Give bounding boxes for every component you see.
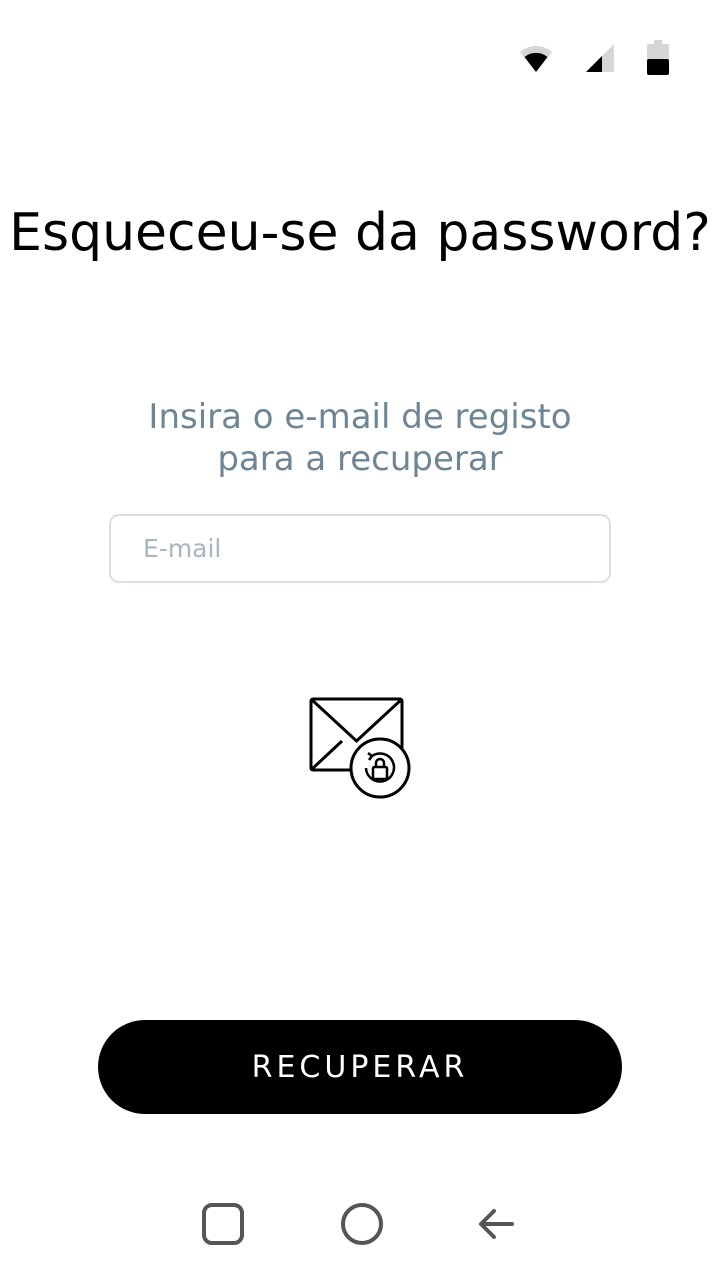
- envelope-lock-reset-icon: [306, 695, 414, 801]
- back-icon: [476, 1206, 516, 1246]
- home-button[interactable]: [332, 1196, 392, 1256]
- navigation-bar: [0, 1196, 720, 1256]
- status-bar: [518, 40, 670, 76]
- recents-icon: [201, 1202, 245, 1250]
- battery-icon: [646, 40, 670, 76]
- instructions-text: Insira o e-mail de registo para a recupe…: [60, 396, 660, 480]
- recover-button[interactable]: RECUPERAR: [98, 1020, 622, 1114]
- recents-button[interactable]: [193, 1196, 253, 1256]
- email-field[interactable]: [109, 514, 611, 583]
- instructions-line-1: Insira o e-mail de registo: [148, 397, 572, 437]
- back-button[interactable]: [466, 1196, 526, 1256]
- cell-signal-icon: [584, 42, 616, 74]
- home-icon: [340, 1202, 384, 1250]
- instructions-line-2: para a recuperar: [217, 439, 503, 479]
- page-title: Esqueceu-se da password?: [9, 203, 711, 263]
- wifi-icon: [518, 42, 554, 74]
